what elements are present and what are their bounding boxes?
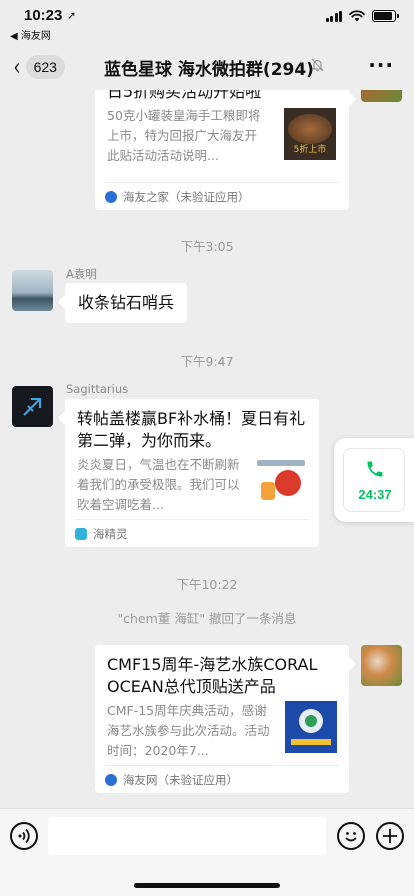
link-card-2[interactable]: 转帖盖楼赢BF补水桶！夏日有礼第二弹，为你而来。 炎炎夏日，气温也在不断刷新着我… [65, 399, 319, 547]
link-card-source-label: 海友之家（未验证应用） [123, 190, 250, 204]
sagittarius-arrow-icon [23, 398, 41, 416]
link-card-source: 海友网（未验证应用） [105, 765, 339, 788]
plus-icon [383, 829, 397, 843]
link-card-3[interactable]: CMF15周年-海艺水族CORAL OCEAN总代顶贴送产品 CMF-15周年庆… [95, 645, 349, 793]
link-card-source-label: 海精灵 [93, 527, 128, 541]
link-card-1[interactable]: 日5折购买活动开始啦 50克小罐装皇海手工粮即将上市，特为回报广大海友开此贴活动… [95, 90, 349, 210]
link-card-source: 海精灵 [75, 519, 309, 542]
timestamp: 下午10:22 [176, 577, 238, 592]
status-indicators [325, 10, 399, 22]
app-source-icon [105, 774, 117, 786]
link-card-thumbnail [285, 701, 337, 753]
my-avatar[interactable] [361, 645, 402, 686]
link-card-source-label: 海友网（未验证应用） [123, 773, 238, 787]
chevron-left-icon: ‹ [13, 53, 21, 81]
link-card-title: 日5折购买活动开始啦 [107, 90, 262, 101]
wifi-icon [349, 10, 365, 22]
thumbnail-caption: 5折上市 [293, 145, 327, 155]
link-card-thumbnail: 5折上市 [284, 108, 336, 160]
link-card-description: CMF-15周年庆典活动，感谢海艺水族参与此次活动。活动时间：2020年7... [107, 703, 270, 758]
my-avatar[interactable] [361, 90, 402, 102]
back-to-app-link[interactable]: ◀ 海友网 [10, 27, 51, 42]
voice-input-button[interactable] [10, 822, 38, 850]
timestamp: 下午3:05 [180, 239, 234, 254]
link-card-title: 转帖盖楼赢BF补水桶！夏日有礼第二弹，为你而来。 [77, 409, 306, 450]
more-options-button[interactable]: ··· [368, 55, 394, 75]
unread-count-badge: 623 [25, 55, 65, 79]
call-duration: 24:37 [358, 487, 392, 502]
link-card-description: 50克小罐装皇海手工粮即将上市，特为回报广大海友开此贴活动活动说明... [107, 108, 261, 163]
status-time: 10:23 [24, 7, 63, 24]
link-card-thumbnail [255, 454, 307, 506]
location-arrow-icon: ➚ [67, 9, 77, 22]
sender-name: A袁明 [66, 267, 97, 281]
floating-call-window[interactable]: 24:37 [334, 438, 414, 522]
status-bar: 10:23 ➚ ◀ 海友网 [0, 0, 414, 44]
avatar-a-yuanming[interactable] [12, 270, 53, 311]
recall-notice: "chem董 海缸" 撤回了一条消息 [117, 611, 297, 626]
sender-name: Sagittarius [66, 382, 129, 396]
text-message-bubble[interactable]: 收条钻石哨兵 [65, 283, 188, 323]
back-button[interactable]: ‹ 623 [12, 54, 74, 80]
battery-icon [372, 10, 399, 22]
home-indicator [134, 883, 280, 888]
call-window-inner: 24:37 [343, 448, 405, 512]
avatar-sagittarius[interactable] [12, 386, 53, 427]
cellular-signal-icon [325, 10, 342, 22]
voice-wave-icon [18, 828, 30, 844]
more-functions-button[interactable] [376, 822, 404, 850]
app-source-icon [75, 528, 87, 540]
phone-icon [367, 461, 383, 477]
chat-title: 蓝色星球 海水微拍群(294) [104, 60, 314, 80]
link-card-title: CMF15周年-海艺水族CORAL OCEAN总代顶贴送产品 [107, 655, 318, 696]
link-card-source: 海友之家（未验证应用） [105, 182, 339, 205]
app-source-icon [105, 191, 117, 203]
mute-bell-icon [311, 58, 324, 72]
smiley-icon [345, 832, 357, 842]
emoji-button[interactable] [337, 822, 365, 850]
message-input[interactable] [48, 817, 326, 855]
timestamp: 下午9:47 [180, 354, 234, 369]
nav-bar: ‹ 623 蓝色星球 海水微拍群(294) ··· [0, 44, 414, 90]
input-bar [0, 808, 414, 896]
link-card-description: 炎炎夏日，气温也在不断刷新着我们的承受极限。我们可以吹着空调吃着... [77, 457, 240, 512]
